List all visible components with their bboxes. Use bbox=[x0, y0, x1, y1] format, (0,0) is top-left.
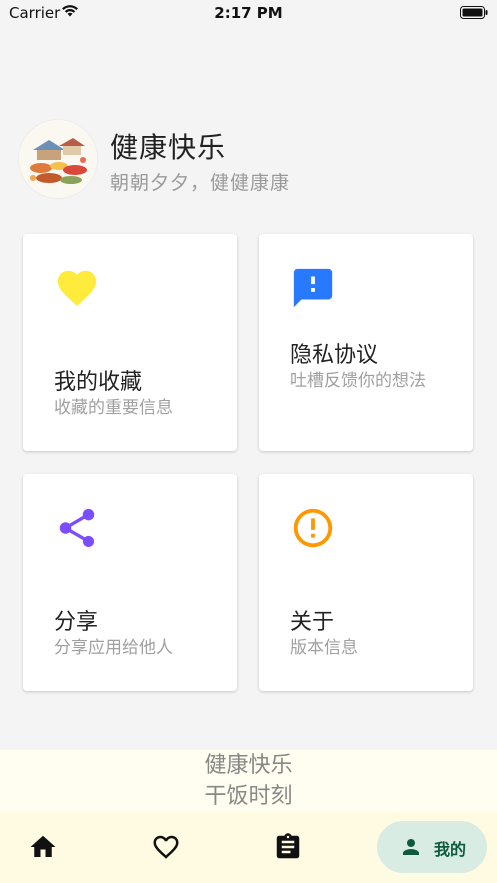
card-title: 关于 bbox=[290, 610, 335, 635]
share-icon bbox=[59, 508, 95, 548]
status-bar: Carrier 2:17 PM bbox=[0, 0, 497, 26]
heart-icon bbox=[57, 270, 97, 306]
card-desc: 分享应用给他人 bbox=[54, 638, 173, 658]
card-favorites[interactable]: 我的收藏 收藏的重要信息 bbox=[23, 234, 237, 451]
profile-name: 健康快乐 bbox=[110, 131, 227, 164]
footer-line-2: 干饭时刻 bbox=[204, 784, 293, 809]
nav-label-mine: 我的 bbox=[434, 840, 467, 859]
info-icon bbox=[293, 508, 333, 548]
profile-header: 健康快乐 朝朝夕夕，健健康康 bbox=[19, 120, 479, 200]
food-illustration-icon bbox=[19, 120, 97, 198]
heart-outline-icon[interactable] bbox=[151, 832, 181, 862]
card-about[interactable]: 关于 版本信息 bbox=[259, 474, 473, 691]
home-icon[interactable] bbox=[28, 832, 58, 862]
avatar[interactable] bbox=[19, 120, 97, 198]
feedback-icon bbox=[293, 268, 333, 308]
footer-banner: 健康快乐 干饭时刻 bbox=[0, 750, 497, 812]
nav-item-mine[interactable]: 我的 bbox=[377, 821, 487, 873]
card-desc: 吐槽反馈你的想法 bbox=[290, 371, 426, 391]
card-title: 我的收藏 bbox=[54, 370, 143, 395]
card-desc: 版本信息 bbox=[290, 638, 358, 658]
battery-icon bbox=[460, 6, 488, 19]
profile-subtitle: 朝朝夕夕，健健康康 bbox=[110, 172, 291, 194]
card-share[interactable]: 分享 分享应用给他人 bbox=[23, 474, 237, 691]
card-title: 隐私协议 bbox=[290, 343, 379, 368]
clipboard-icon[interactable] bbox=[273, 832, 303, 862]
bottom-navigation: 我的 bbox=[0, 812, 497, 883]
card-privacy[interactable]: 隐私协议 吐槽反馈你的想法 bbox=[259, 234, 473, 451]
card-title: 分享 bbox=[54, 610, 99, 635]
status-time: 2:17 PM bbox=[214, 4, 283, 22]
footer-line-1: 健康快乐 bbox=[204, 753, 293, 778]
person-icon bbox=[403, 839, 419, 855]
card-desc: 收藏的重要信息 bbox=[54, 398, 173, 418]
